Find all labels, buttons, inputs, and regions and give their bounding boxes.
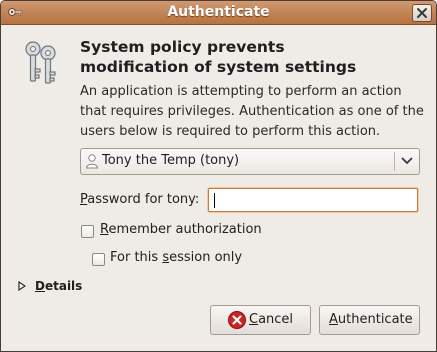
remember-authorization-label[interactable]: Remember authorization xyxy=(100,222,262,237)
cancel-button-label: Cancel xyxy=(249,312,293,327)
authenticate-mnemonic: A xyxy=(329,312,338,327)
cancel-mnemonic: C xyxy=(249,312,259,327)
password-input[interactable] xyxy=(208,188,418,212)
cancel-label-text: ancel xyxy=(258,312,294,327)
cancel-icon xyxy=(228,311,246,329)
authenticate-button-label: Authenticate xyxy=(329,312,413,327)
cancel-button[interactable]: Cancel xyxy=(210,305,311,335)
session-label-before: For this xyxy=(110,250,163,265)
expander-arrow-icon[interactable] xyxy=(18,281,26,291)
authenticate-dialog: Authenticate System policy prevents modi… xyxy=(0,0,437,352)
dropdown-divider xyxy=(394,152,395,171)
title-bar[interactable]: Authenticate xyxy=(1,1,436,25)
dialog-heading: System policy prevents modification of s… xyxy=(80,37,420,77)
heading-line-2: modification of system settings xyxy=(80,58,357,76)
description-line-1: An application is attempting to perform … xyxy=(80,84,402,99)
remember-authorization-checkbox[interactable] xyxy=(81,225,94,238)
session-only-label[interactable]: For this session only xyxy=(110,250,242,265)
details-expander[interactable]: Details xyxy=(35,279,82,293)
description-line-2: that requires privileges. Authentication… xyxy=(80,104,424,119)
details-label-text: etails xyxy=(44,279,83,293)
session-only-checkbox[interactable] xyxy=(92,253,105,266)
password-label: Password for tony: xyxy=(80,192,199,207)
session-label-after: ession only xyxy=(169,250,243,265)
selected-user-label: Tony the Temp (tony) xyxy=(102,153,240,168)
heading-line-1: System policy prevents xyxy=(80,38,285,56)
description-line-3: users below is required to perform this … xyxy=(80,124,381,139)
user-select-dropdown[interactable]: Tony the Temp (tony) xyxy=(80,148,420,175)
remember-label-text: emember authorization xyxy=(108,222,262,237)
authenticate-button[interactable]: Authenticate xyxy=(319,305,420,335)
keys-icon xyxy=(25,41,56,84)
close-icon xyxy=(417,8,427,18)
authenticate-label-text: uthenticate xyxy=(337,312,413,327)
person-icon xyxy=(85,154,99,169)
details-mnemonic: D xyxy=(35,279,45,293)
text-caret xyxy=(214,193,215,208)
dialog-description: An application is attempting to perform … xyxy=(80,82,425,142)
close-button[interactable] xyxy=(412,4,432,22)
chevron-down-icon[interactable] xyxy=(400,155,414,167)
password-label-text: assword for tony: xyxy=(87,192,200,207)
window-title: Authenticate xyxy=(167,4,270,20)
